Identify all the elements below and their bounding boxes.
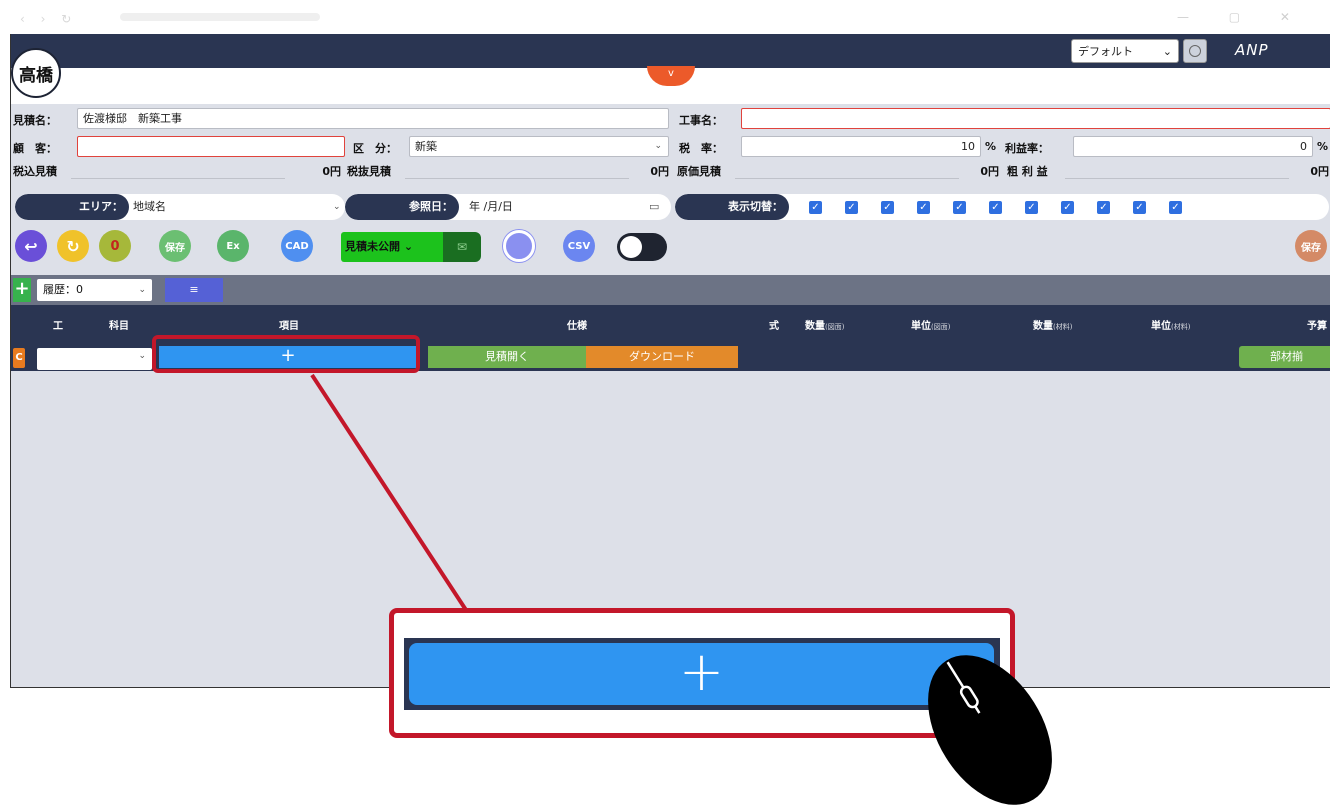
screenshot-stage: ‹ › ↻ — ▢ ✕ 高橋 v デフォルト ⌄ ANP 見積名： 佐渡様邸 新… [0,0,1330,805]
mouse-icon [928,655,1052,805]
user-avatar[interactable]: 高橋 [11,48,61,98]
